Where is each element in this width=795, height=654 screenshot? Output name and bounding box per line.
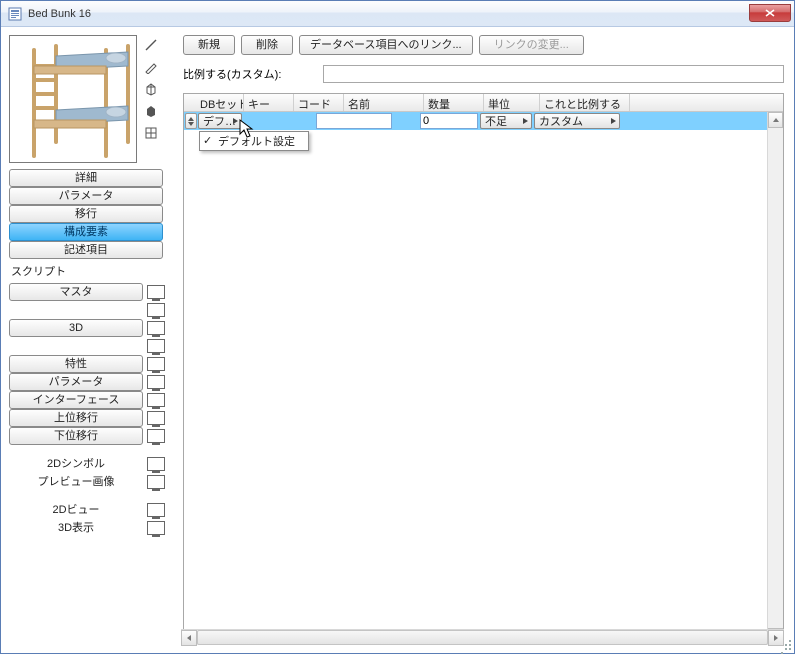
table-header: DBセット キー コード 名前 数量 単位 これと比例する — [184, 94, 783, 112]
preview-thumbnail[interactable] — [9, 35, 137, 163]
close-button[interactable] — [749, 4, 791, 22]
monitor-icon[interactable] — [147, 475, 165, 489]
th-qty[interactable]: 数量 — [424, 94, 484, 111]
script-3d[interactable]: 3D — [9, 319, 143, 337]
monitor-icon[interactable] — [147, 285, 165, 299]
table: DBセット キー コード 名前 数量 単位 これと比例する デフ… — [183, 93, 784, 645]
monitor-icon[interactable] — [147, 503, 165, 517]
monitor-icon[interactable] — [147, 339, 165, 353]
unit-combo-value: 不足 — [485, 113, 507, 129]
scroll-left-button[interactable] — [181, 630, 197, 646]
th-handle — [184, 94, 196, 111]
vertical-scrollbar[interactable] — [767, 112, 783, 644]
monitor-icon[interactable] — [147, 375, 165, 389]
th-compare[interactable]: これと比例する — [540, 94, 630, 111]
cube-outline-icon[interactable] — [143, 81, 159, 97]
chevron-right-icon — [611, 118, 616, 124]
link-db-button[interactable]: データベース項目へのリンク... — [299, 35, 473, 55]
script-group-3: 2Dビュー 3D表示 — [9, 501, 175, 537]
th-code[interactable]: コード — [294, 94, 344, 111]
script-blank-1 — [9, 301, 143, 319]
nav-migration[interactable]: 移行 — [9, 205, 163, 223]
script-preview-image[interactable]: プレビュー画像 — [9, 473, 143, 491]
line-tool-icon[interactable] — [143, 37, 159, 53]
code-input[interactable] — [316, 113, 392, 129]
script-master[interactable]: マスタ — [9, 283, 143, 301]
unit-combo[interactable]: 不足 — [480, 113, 532, 129]
monitor-icon[interactable] — [147, 411, 165, 425]
scroll-up-button[interactable] — [768, 112, 783, 128]
toolbar-row: 新規 削除 データベース項目へのリンク... リンクの変更... — [183, 35, 784, 55]
table-row[interactable]: デフ… ✓ デフォルト設定 不足 — [184, 112, 783, 130]
compare-combo-value: カスタム — [539, 113, 583, 129]
app-icon — [7, 6, 23, 22]
dbset-combo-value: デフ… — [203, 113, 236, 129]
th-unit[interactable]: 単位 — [484, 94, 540, 111]
proportional-label: 比例する(カスタム): — [183, 66, 323, 82]
monitor-icon[interactable] — [147, 429, 165, 443]
script-backward-migrate[interactable]: 下位移行 — [9, 427, 143, 445]
check-icon: ✓ — [203, 134, 212, 147]
nav-parameters[interactable]: パラメータ — [9, 187, 163, 205]
script-group-2: 2Dシンボル プレビュー画像 — [9, 455, 175, 491]
dropdown-item-label: デフォルト設定 — [218, 133, 295, 149]
row-reorder-handle[interactable] — [185, 113, 197, 129]
nav-details[interactable]: 詳細 — [9, 169, 163, 187]
script-parameter[interactable]: パラメータ — [9, 373, 143, 391]
dropdown-item-default[interactable]: ✓ デフォルト設定 — [200, 132, 308, 150]
script-section-label: スクリプト — [11, 263, 175, 279]
name-cell — [392, 113, 420, 129]
window-title: Bed Bunk 16 — [28, 8, 91, 20]
nav-button-group: 詳細 パラメータ 移行 構成要素 記述項目 — [9, 169, 175, 259]
client-area: 詳細 パラメータ 移行 構成要素 記述項目 スクリプト マスタ 3D 特性 パラ… — [1, 27, 794, 653]
th-dbset[interactable]: DBセット — [196, 94, 244, 111]
dbset-dropdown[interactable]: ✓ デフォルト設定 — [199, 131, 309, 151]
titlebar[interactable]: Bed Bunk 16 — [1, 1, 794, 27]
script-2d-view[interactable]: 2Dビュー — [9, 501, 143, 519]
chevron-right-icon — [523, 118, 528, 124]
qty-input[interactable] — [420, 113, 478, 129]
chevron-right-icon — [233, 118, 238, 124]
script-3d-view[interactable]: 3D表示 — [9, 519, 143, 537]
pen-tool-icon[interactable] — [143, 59, 159, 75]
script-property[interactable]: 特性 — [9, 355, 143, 373]
preview-tool-column — [143, 35, 163, 163]
monitor-icon[interactable] — [147, 321, 165, 335]
script-blank-2 — [9, 337, 143, 355]
window: Bed Bunk 16 — [0, 0, 795, 654]
monitor-icon[interactable] — [147, 457, 165, 471]
script-forward-migrate[interactable]: 上位移行 — [9, 409, 143, 427]
script-group-1: マスタ 3D 特性 パラメータ インターフェース 上位移行 下位移行 — [9, 283, 175, 445]
scroll-thumb[interactable] — [197, 630, 768, 645]
monitor-icon[interactable] — [147, 521, 165, 535]
proportional-input[interactable] — [323, 65, 784, 83]
left-panel: 詳細 パラメータ 移行 構成要素 記述項目 スクリプト マスタ 3D 特性 パラ… — [1, 27, 181, 653]
th-key[interactable]: キー — [244, 94, 294, 111]
new-button[interactable]: 新規 — [183, 35, 235, 55]
scroll-track[interactable] — [768, 128, 783, 628]
script-interface[interactable]: インターフェース — [9, 391, 143, 409]
th-name[interactable]: 名前 — [344, 94, 424, 111]
nav-components[interactable]: 構成要素 — [9, 223, 163, 241]
right-panel: 新規 削除 データベース項目へのリンク... リンクの変更... 比例する(カス… — [181, 27, 794, 653]
cube-solid-icon[interactable] — [143, 103, 159, 119]
compare-combo[interactable]: カスタム — [534, 113, 620, 129]
monitor-icon[interactable] — [147, 303, 165, 317]
script-2d-symbol[interactable]: 2Dシンボル — [9, 455, 143, 473]
monitor-icon[interactable] — [147, 357, 165, 371]
key-cell — [242, 113, 292, 129]
change-link-button: リンクの変更... — [479, 35, 584, 55]
dbset-combo[interactable]: デフ… ✓ デフォルト設定 — [198, 113, 242, 129]
delete-button[interactable]: 削除 — [241, 35, 293, 55]
resize-grip[interactable] — [778, 637, 792, 651]
grid-icon[interactable] — [143, 125, 159, 141]
horizontal-scrollbar[interactable] — [181, 629, 784, 645]
proportional-row: 比例する(カスタム): — [183, 65, 784, 83]
monitor-icon[interactable] — [147, 393, 165, 407]
nav-descriptors[interactable]: 記述項目 — [9, 241, 163, 259]
